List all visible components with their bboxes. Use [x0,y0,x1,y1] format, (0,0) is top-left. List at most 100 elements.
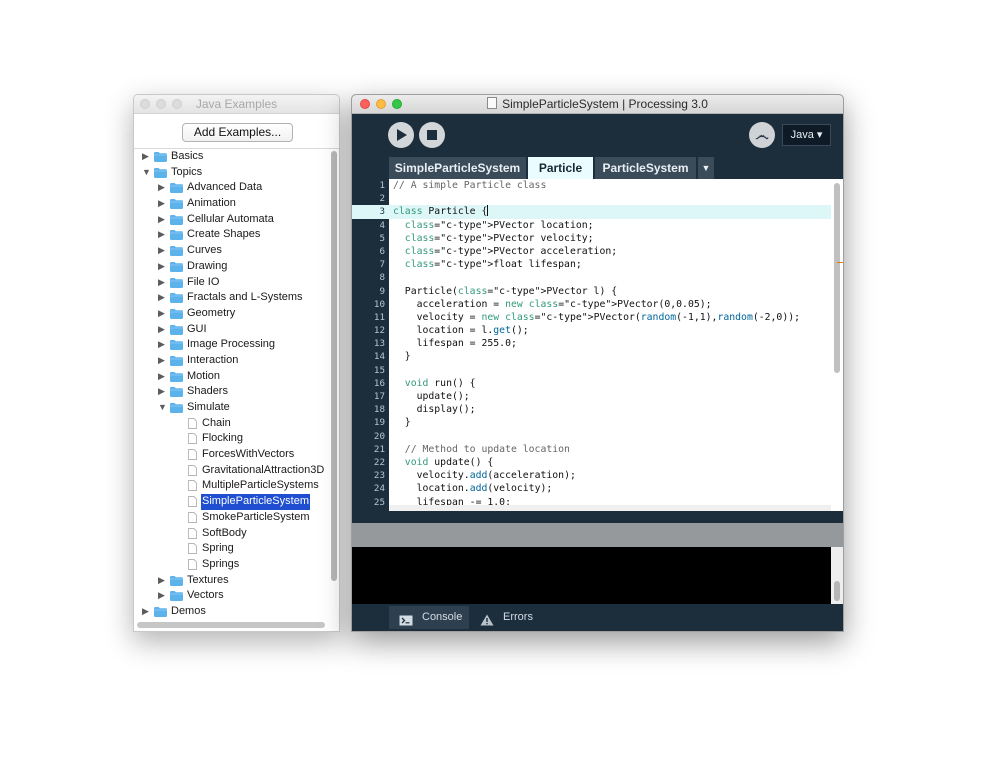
debugger-button[interactable]: ෴ [749,122,775,148]
error-marker[interactable] [837,262,843,263]
disclosure-collapsed-icon[interactable]: ▶ [158,243,166,259]
code-line[interactable]: } [389,350,831,363]
tree-item[interactable]: Spring [134,541,327,557]
disclosure-collapsed-icon[interactable]: ▶ [158,369,166,385]
code-line[interactable]: velocity.add(acceleration); [389,469,831,482]
code-line[interactable] [389,192,831,205]
code-line[interactable]: Particle(class="c-type">PVector l) { [389,285,831,298]
code-line[interactable]: location.add(velocity); [389,482,831,495]
code-line[interactable]: void update() { [389,456,831,469]
code-line[interactable]: location = l.get(); [389,324,831,337]
code-line[interactable]: // Method to update location [389,443,831,456]
code-line[interactable]: lifespan = 255.0; [389,337,831,350]
tree-folder[interactable]: ▶ GUI [134,322,327,338]
code-line[interactable]: velocity = new class="c-type">PVector(ra… [389,311,831,324]
tree-folder[interactable]: ▶ File IO [134,275,327,291]
code-area[interactable]: // A simple Particle class class Particle… [389,179,831,511]
tree-item-label: Simulate [187,401,230,413]
tab-particlesystem[interactable]: ParticleSystem [595,157,696,179]
tab-menu-button[interactable]: ▼ [698,157,714,179]
processing-titlebar[interactable]: SimpleParticleSystem | Processing 3.0 [352,95,843,114]
code-line[interactable]: class Particle { [389,205,831,219]
tree-folder[interactable]: ▶ Curves [134,243,327,259]
tree-folder[interactable]: ▶ Motion [134,369,327,385]
file-icon [188,527,197,539]
tree-folder[interactable]: ▶ Interaction [134,353,327,369]
tree-item[interactable]: Springs [134,557,327,573]
tree-item[interactable]: SimpleParticleSystem [134,494,327,510]
disclosure-collapsed-icon[interactable]: ▶ [158,353,166,369]
tree-folder[interactable]: ▶ Geometry [134,306,327,322]
disclosure-collapsed-icon[interactable]: ▶ [158,180,166,196]
disclosure-collapsed-icon[interactable]: ▶ [158,196,166,212]
examples-titlebar[interactable]: Java Examples [134,95,339,114]
tree-folder[interactable]: ▶ Vectors [134,588,327,604]
tree-item-label: MultipleParticleSystems [202,479,319,492]
disclosure-collapsed-icon[interactable]: ▶ [158,337,166,353]
tree-folder[interactable]: ▶ Demos [134,604,327,620]
disclosure-expanded-icon[interactable]: ▼ [142,165,151,181]
tree-folder[interactable]: ▶ Advanced Data [134,180,327,196]
code-line[interactable]: update(); [389,390,831,403]
tree-folder[interactable]: ▶ Textures [134,573,327,589]
tree-item[interactable]: Flocking [134,431,327,447]
tree-folder[interactable]: ▶ Animation [134,196,327,212]
disclosure-collapsed-icon[interactable]: ▶ [158,384,166,400]
tree-item[interactable]: ForcesWithVectors [134,447,327,463]
file-icon [188,449,197,461]
editor-vertical-scrollbar[interactable] [834,183,840,373]
tree-item[interactable]: Chain [134,416,327,432]
console-output[interactable] [352,547,831,604]
code-line[interactable]: acceleration = new class="c-type">PVecto… [389,298,831,311]
disclosure-collapsed-icon[interactable]: ▶ [158,259,166,275]
tree-folder[interactable]: ▶ Create Shapes [134,227,327,243]
tree-folder[interactable]: ▶ Cellular Automata [134,212,327,228]
tree-item[interactable]: GravitationalAttraction3D [134,463,327,479]
editor-horizontal-scrollbar[interactable] [389,505,831,511]
disclosure-collapsed-icon[interactable]: ▶ [158,588,166,604]
tree-folder[interactable]: ▼ Simulate [134,400,327,416]
code-line[interactable]: class="c-type">PVector velocity; [389,232,831,245]
tree-horizontal-scrollbar[interactable] [137,622,325,628]
code-editor[interactable]: 1 2 3 4 5 6 7 8 9 10 11 12 13 14 15 16 17 18 19 20 21 22 23 24 2… [352,179,843,511]
tree-vertical-scrollbar[interactable] [331,151,337,581]
code-line[interactable]: class="c-type">PVector location; [389,219,831,232]
disclosure-collapsed-icon[interactable]: ▶ [158,573,166,589]
code-line[interactable] [389,271,831,284]
code-line[interactable]: class="c-type">PVector acceleration; [389,245,831,258]
disclosure-collapsed-icon[interactable]: ▶ [158,275,166,291]
code-line[interactable]: void run() { [389,377,831,390]
mode-selector[interactable]: Java ▾ [782,124,831,146]
disclosure-collapsed-icon[interactable]: ▶ [158,212,166,228]
code-line[interactable]: display(); [389,403,831,416]
footer-tab-console[interactable]: Console [389,606,469,629]
code-line[interactable]: class="c-type">float lifespan; [389,258,831,271]
add-examples-button[interactable]: Add Examples... [182,123,293,142]
tab-simpleparticlesystem[interactable]: SimpleParticleSystem [389,157,526,179]
disclosure-collapsed-icon[interactable]: ▶ [158,306,166,322]
stop-button[interactable] [419,122,445,148]
disclosure-expanded-icon[interactable]: ▼ [158,400,167,416]
code-line[interactable] [389,364,831,377]
disclosure-collapsed-icon[interactable]: ▶ [142,604,150,620]
run-button[interactable] [388,122,414,148]
disclosure-collapsed-icon[interactable]: ▶ [158,322,166,338]
tree-folder[interactable]: ▶ Image Processing [134,337,327,353]
tree-folder[interactable]: ▶ Fractals and L-Systems [134,290,327,306]
code-line[interactable]: } [389,416,831,429]
tree-folder[interactable]: ▶ Shaders [134,384,327,400]
tree-folder[interactable]: ▶ Drawing [134,259,327,275]
console-scrollbar[interactable] [834,581,840,601]
tree-folder[interactable]: ▶ Basics [134,149,327,165]
tab-particle[interactable]: Particle [528,157,593,179]
footer-tab-errors[interactable]: Errors [470,606,544,629]
code-line[interactable]: // A simple Particle class [389,179,831,192]
tree-item[interactable]: SmokeParticleSystem [134,510,327,526]
disclosure-collapsed-icon[interactable]: ▶ [158,290,166,306]
code-line[interactable] [389,430,831,443]
tree-folder[interactable]: ▼ Topics [134,165,327,181]
tree-item[interactable]: MultipleParticleSystems [134,478,327,494]
disclosure-collapsed-icon[interactable]: ▶ [142,149,150,165]
tree-item[interactable]: SoftBody [134,526,327,542]
disclosure-collapsed-icon[interactable]: ▶ [158,227,166,243]
